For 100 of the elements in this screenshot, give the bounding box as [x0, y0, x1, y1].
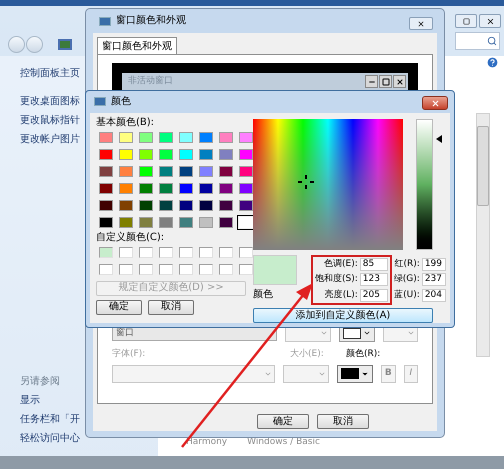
color-swatch[interactable] [219, 148, 233, 160]
color-swatch[interactable] [179, 182, 193, 194]
color-swatch[interactable] [199, 132, 213, 142]
window-control[interactable] [365, 75, 378, 88]
color-swatch[interactable] [179, 132, 193, 142]
close-icon [396, 78, 404, 86]
custom-color-swatch[interactable] [159, 264, 173, 274]
custom-color-swatch[interactable] [179, 264, 193, 274]
color-swatch[interactable] [239, 200, 253, 210]
color-swatch[interactable] [159, 148, 173, 160]
close-button[interactable] [422, 96, 448, 110]
color-swatch[interactable] [199, 200, 213, 210]
color-swatch[interactable] [159, 166, 173, 176]
custom-color-swatch[interactable] [139, 246, 153, 258]
color-swatch[interactable] [159, 132, 173, 142]
custom-color-swatch[interactable] [119, 246, 133, 258]
color-swatch[interactable] [159, 182, 173, 194]
color-swatch[interactable] [239, 166, 253, 176]
color-swatch[interactable] [99, 132, 113, 142]
number-field[interactable]: 123 [360, 273, 388, 286]
color-swatch[interactable] [219, 132, 233, 142]
color-swatch[interactable] [219, 182, 233, 194]
custom-color-swatch[interactable] [99, 246, 113, 258]
color-swatch[interactable] [179, 148, 193, 160]
custom-color-swatch[interactable] [239, 246, 253, 258]
color-swatch[interactable] [199, 216, 213, 228]
color-swatch[interactable] [99, 200, 113, 210]
window-control[interactable] [379, 75, 392, 88]
custom-color-swatch[interactable] [99, 264, 113, 274]
color-swatch[interactable] [179, 216, 193, 228]
color-swatch[interactable] [119, 182, 133, 194]
number-field[interactable]: 204 [422, 288, 446, 302]
search-field[interactable] [455, 32, 500, 50]
sidebar-link[interactable]: 轻松访问中心 [20, 429, 80, 448]
color-swatch[interactable] [199, 182, 213, 194]
color-swatch[interactable] [219, 200, 233, 210]
custom-color-swatch[interactable] [219, 246, 233, 258]
dropdown[interactable] [112, 364, 275, 382]
computer-icon [58, 39, 72, 50]
custom-color-swatch[interactable] [239, 264, 253, 274]
dialog-button[interactable]: 取消 [317, 414, 369, 429]
color-swatch[interactable] [139, 182, 153, 194]
color-swatch[interactable] [99, 166, 113, 176]
color-swatch[interactable] [159, 200, 173, 210]
caret-icon [320, 329, 328, 337]
close-button[interactable] [479, 14, 501, 28]
color-swatch[interactable] [239, 216, 253, 228]
field-label: 绿(G): [394, 273, 420, 286]
custom-color-swatch[interactable] [199, 246, 213, 258]
dialog-button[interactable]: 确定 [96, 300, 142, 314]
slider-arrow-icon[interactable] [436, 134, 442, 143]
dialog-button[interactable]: 取消 [148, 300, 194, 314]
add-custom-color-button[interactable]: 添加到自定义颜色(A) [253, 308, 433, 323]
custom-color-swatch[interactable] [159, 246, 173, 258]
color-swatch[interactable] [219, 166, 233, 176]
color-swatch[interactable] [139, 216, 153, 228]
color-swatch[interactable] [119, 166, 133, 176]
window-control[interactable] [393, 75, 406, 88]
color-swatch[interactable] [239, 148, 253, 160]
color-swatch[interactable] [139, 166, 153, 176]
dialog-button[interactable]: 确定 [257, 414, 309, 429]
color-swatch[interactable] [139, 132, 153, 142]
custom-color-swatch[interactable] [139, 264, 153, 274]
number-field[interactable]: 85 [360, 258, 388, 271]
color-swatch[interactable] [119, 216, 133, 228]
color-swatch[interactable] [219, 216, 233, 228]
maximize-button[interactable] [455, 14, 477, 28]
scrollbar[interactable] [476, 113, 490, 357]
custom-color-swatch[interactable] [119, 264, 133, 274]
color-swatch[interactable] [99, 216, 113, 228]
tab[interactable]: 窗口颜色和外观 [97, 37, 177, 55]
number-field[interactable]: 237 [422, 273, 446, 286]
color-swatch[interactable] [179, 200, 193, 210]
color-swatch[interactable] [239, 182, 253, 194]
custom-color-swatch[interactable] [199, 264, 213, 274]
color-swatch[interactable] [179, 166, 193, 176]
sidebar-link[interactable]: 显示 [20, 391, 80, 410]
color-swatch[interactable] [119, 148, 133, 160]
color-swatch[interactable] [119, 200, 133, 210]
color-swatch[interactable] [99, 148, 113, 160]
color-swatch[interactable] [139, 200, 153, 210]
color-swatch[interactable] [99, 182, 113, 194]
color-swatch[interactable] [199, 148, 213, 160]
sidebar-link[interactable]: 更改桌面图标 [20, 92, 80, 111]
sidebar-link[interactable]: 控制面板主页 [20, 64, 80, 83]
field-label: 亮度(L): [324, 288, 358, 302]
color-picker-button[interactable] [337, 364, 374, 382]
sidebar-link[interactable]: 更改帐户图片 [20, 130, 80, 149]
color-swatch[interactable] [119, 132, 133, 142]
color-swatch[interactable] [139, 148, 153, 160]
color-swatch[interactable] [159, 216, 173, 228]
close-button[interactable] [409, 17, 433, 30]
sidebar-link[interactable]: 更改鼠标指针 [20, 111, 80, 130]
color-swatch[interactable] [199, 166, 213, 176]
color-swatch[interactable] [239, 132, 253, 142]
number-field[interactable]: 205 [360, 288, 388, 302]
custom-color-swatch[interactable] [179, 246, 193, 258]
custom-color-swatch[interactable] [219, 264, 233, 274]
sidebar-link[interactable]: 任务栏和「开 [20, 410, 80, 429]
number-field[interactable]: 199 [422, 258, 446, 271]
